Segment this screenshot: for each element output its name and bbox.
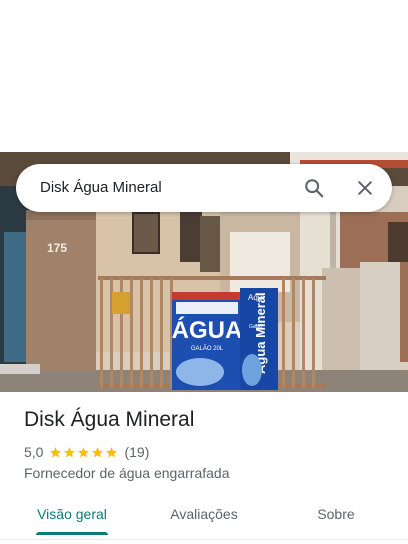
search-input[interactable]: Disk Água Mineral xyxy=(40,164,162,212)
star-icon xyxy=(92,446,104,457)
search-icon xyxy=(305,179,324,198)
banner-agua-mineral: Aqui Água Mineral Galão xyxy=(240,288,278,390)
tab-overview[interactable]: Visão geral xyxy=(20,496,124,536)
star-icon xyxy=(106,446,118,457)
rating-value: 5,0 xyxy=(24,444,44,460)
search-bar[interactable]: Disk Água Mineral xyxy=(16,164,392,212)
banner-agua-title: ÁGUA xyxy=(172,316,243,344)
house-number: 175 xyxy=(47,241,67,255)
place-title: Disk Água Mineral xyxy=(24,408,195,431)
star-icon xyxy=(64,446,76,457)
tab-bar: Visão geral Avaliações Sobre xyxy=(0,496,408,536)
tabs-divider xyxy=(0,539,408,540)
active-tab-indicator xyxy=(36,532,108,535)
place-category[interactable]: Fornecedor de água engarrafada xyxy=(24,465,229,481)
banner2-small: Galão xyxy=(249,324,263,330)
banner-agua-sub: GALÃO 20L xyxy=(191,345,224,352)
star-rating xyxy=(49,446,119,459)
header-blank-area xyxy=(0,0,408,152)
search-button[interactable] xyxy=(300,174,328,202)
banner-agua: ÁGUA GALÃO 20L xyxy=(172,292,243,390)
star-icon xyxy=(50,446,62,457)
review-count[interactable]: (19) xyxy=(124,444,149,460)
close-icon xyxy=(358,181,372,195)
tab-about[interactable]: Sobre xyxy=(284,496,388,536)
close-button[interactable] xyxy=(351,174,379,202)
tab-reviews[interactable]: Avaliações xyxy=(152,496,256,536)
rating-row[interactable]: 5,0 (19) xyxy=(24,443,149,461)
star-icon xyxy=(78,446,90,457)
